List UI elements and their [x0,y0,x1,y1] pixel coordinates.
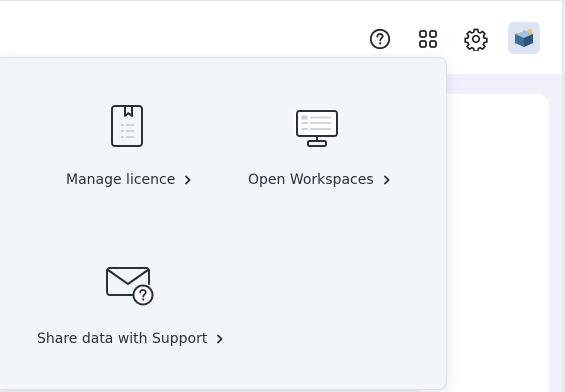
apps-button[interactable] [412,23,444,55]
menu-item-share-data-support-label: Share data with Support [37,331,224,347]
apps-dropdown-menu: Manage licence Open Workspaces Share dat… [0,57,447,390]
help-button[interactable] [364,23,396,55]
monitor-icon [294,109,340,147]
menu-item-manage-licence[interactable]: Manage licence [0,58,223,218]
menu-item-open-workspaces[interactable]: Open Workspaces [223,58,447,218]
menu-item-manage-licence-label: Manage licence [66,172,192,188]
licence-book-icon [111,105,143,147]
manage-licence-text: Manage licence [66,172,176,188]
share-data-support-text: Share data with Support [37,331,208,347]
chevron-right-icon [217,334,223,344]
settings-button[interactable] [460,23,492,55]
grid-apps-icon [419,30,437,48]
account-avatar-button[interactable] [508,22,540,54]
help-circle-icon [369,28,391,50]
product-box-avatar [515,28,533,47]
gear-icon [464,28,488,51]
chevron-right-icon [383,175,390,185]
menu-item-open-workspaces-label: Open Workspaces [248,172,391,188]
menu-item-share-data-support[interactable]: Share data with Support [0,228,223,378]
app-frame: Manage licence Open Workspaces Share dat… [0,0,565,392]
open-workspaces-text: Open Workspaces [248,172,374,188]
mail-question-icon [106,267,154,306]
chevron-right-icon [185,175,191,185]
